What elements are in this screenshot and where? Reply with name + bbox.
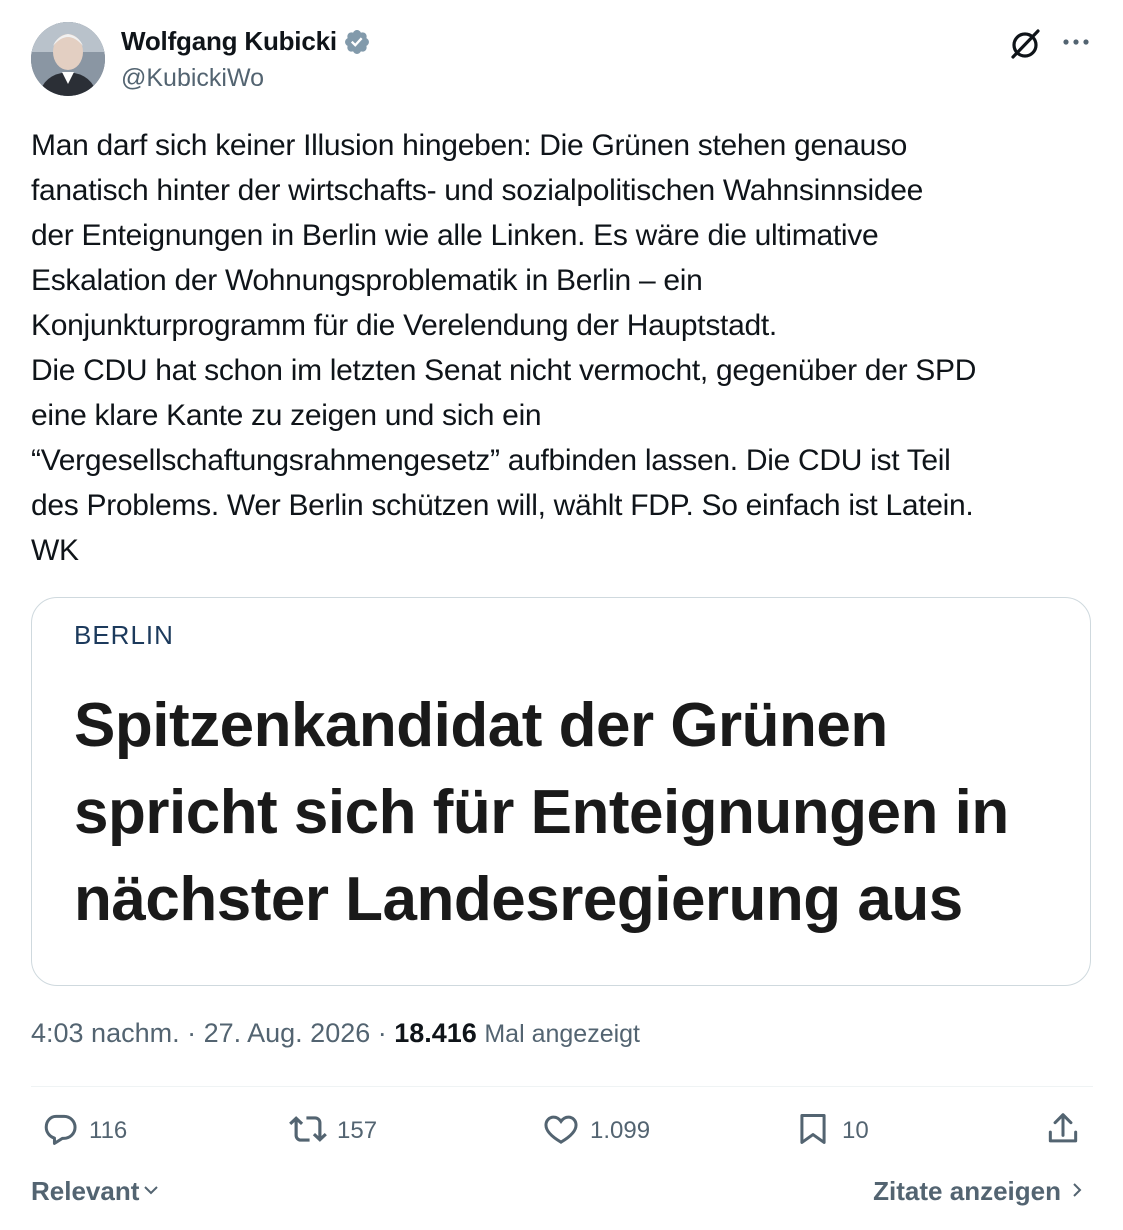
tweet-line: fanatisch hinter der wirtschafts- und so… bbox=[31, 174, 923, 207]
verified-badge-icon[interactable] bbox=[343, 28, 371, 56]
card-headline-line: Spitzenkandidat der Grünen bbox=[74, 691, 888, 760]
tweet-line: Die CDU hat schon im letzten Senat nicht… bbox=[31, 354, 977, 387]
like-button[interactable]: 1.099 bbox=[542, 1108, 650, 1154]
avatar[interactable] bbox=[31, 22, 105, 96]
repost-icon bbox=[289, 1110, 327, 1153]
action-bar: 116 157 1.099 10 bbox=[0, 1108, 1123, 1158]
bookmark-button[interactable]: 10 bbox=[794, 1108, 869, 1154]
tweet-line: Konjunkturprogramm für die Verelendung d… bbox=[31, 309, 777, 342]
share-button[interactable] bbox=[1044, 1108, 1082, 1154]
grok-icon[interactable] bbox=[1007, 26, 1043, 62]
sort-label: Relevant bbox=[31, 1176, 140, 1206]
tweet-header: Wolfgang Kubicki @KubickiWo bbox=[0, 0, 1123, 110]
replies-footer: Relevant Zitate anzeigen bbox=[0, 1172, 1123, 1212]
tweet-meta: 4:03 nachm. · 27. Aug. 2026 · 18.416 Mal… bbox=[31, 1018, 640, 1049]
tweet-line: der Enteignungen in Berlin wie alle Link… bbox=[31, 219, 879, 252]
bookmark-icon bbox=[794, 1110, 832, 1153]
timestamp[interactable]: 4:03 nachm. · 27. Aug. 2026 · bbox=[31, 1018, 394, 1048]
view-quotes-link[interactable]: Zitate anzeigen bbox=[873, 1176, 1087, 1207]
card-kicker: BERLIN bbox=[74, 620, 174, 650]
repost-button[interactable]: 157 bbox=[289, 1108, 377, 1154]
repost-count: 157 bbox=[337, 1117, 378, 1144]
views-label: Mal angezeigt bbox=[484, 1020, 640, 1048]
tweet-line: Eskalation der Wohnungsproblematik in Be… bbox=[31, 264, 703, 297]
tweet-line: “Vergesellschaftungsrahmengesetz” aufbin… bbox=[31, 444, 951, 477]
chevron-right-icon bbox=[1061, 1176, 1087, 1207]
share-icon bbox=[1044, 1110, 1082, 1153]
reply-count: 116 bbox=[89, 1117, 128, 1144]
author-name[interactable]: Wolfgang Kubicki bbox=[121, 26, 337, 57]
card-headline-line: nächster Landesregierung aus bbox=[74, 865, 963, 934]
chevron-down-icon bbox=[139, 1176, 161, 1207]
tweet-line: eine klare Kante zu zeigen und sich ein bbox=[31, 399, 542, 432]
author-name-row: Wolfgang Kubicki bbox=[121, 26, 371, 57]
sort-dropdown[interactable]: Relevant bbox=[31, 1176, 161, 1207]
like-count: 1.099 bbox=[590, 1117, 651, 1144]
reply-icon bbox=[41, 1110, 79, 1153]
views-count: 18.416 bbox=[394, 1018, 477, 1048]
tweet-text: Man darf sich keiner Illusion hingeben: … bbox=[31, 123, 1101, 573]
quotes-label: Zitate anzeigen bbox=[873, 1176, 1061, 1206]
tweet-line: Man darf sich keiner Illusion hingeben: … bbox=[31, 129, 908, 162]
bookmark-count: 10 bbox=[842, 1117, 869, 1144]
tweet-line: WK bbox=[31, 534, 79, 567]
card-headline: Spitzenkandidat der Grünen spricht sich … bbox=[74, 682, 1074, 943]
attached-image-card[interactable]: BERLIN Spitzenkandidat der Grünen sprich… bbox=[31, 597, 1091, 986]
author-handle[interactable]: @KubickiWo bbox=[121, 64, 264, 93]
divider bbox=[31, 1086, 1093, 1087]
more-icon[interactable] bbox=[1058, 24, 1094, 60]
reply-button[interactable]: 116 bbox=[41, 1108, 127, 1154]
card-headline-line: spricht sich für Enteignungen in bbox=[74, 778, 1009, 847]
tweet-line: des Problems. Wer Berlin schützen will, … bbox=[31, 489, 974, 522]
like-icon bbox=[542, 1110, 580, 1153]
